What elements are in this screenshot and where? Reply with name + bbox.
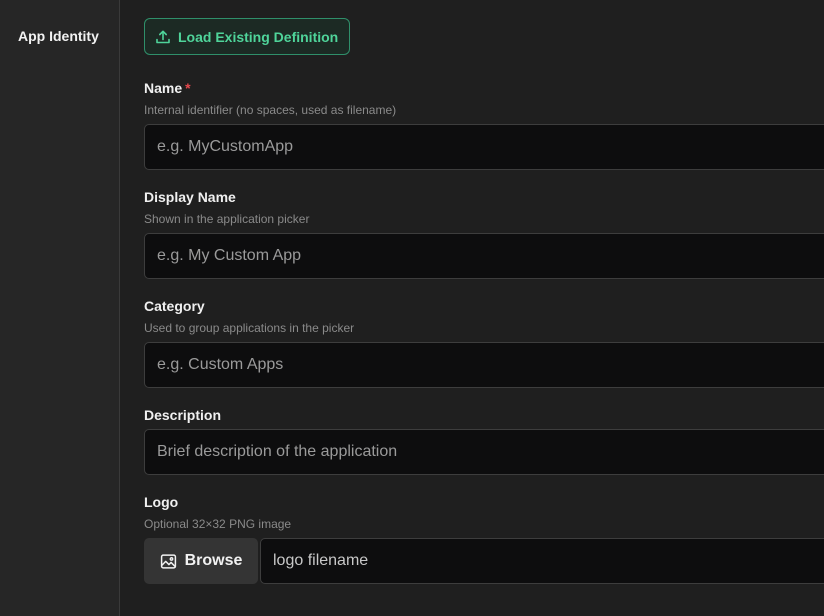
- upload-icon: [155, 29, 171, 45]
- logo-label: Logo: [144, 494, 179, 510]
- logo-filename-input[interactable]: [260, 538, 824, 584]
- load-existing-definition-label: Load Existing Definition: [178, 28, 339, 45]
- category-input[interactable]: [144, 342, 824, 388]
- name-label: Name *: [144, 80, 191, 96]
- display-name-label: Display Name: [144, 189, 236, 205]
- category-help: Used to group applications in the picker: [144, 321, 355, 335]
- category-label: Category: [144, 298, 205, 314]
- browse-label: Browse: [184, 552, 243, 569]
- image-icon: [160, 553, 177, 570]
- browse-button[interactable]: Browse: [144, 538, 258, 584]
- logo-help: Optional 32×32 PNG image: [144, 517, 292, 531]
- main-panel: Load Existing Definition Name * Internal …: [120, 0, 824, 616]
- name-label-text: Name: [144, 80, 183, 96]
- description-label: Description: [144, 407, 222, 423]
- required-marker: *: [185, 80, 191, 96]
- description-input[interactable]: [144, 429, 824, 475]
- display-name-input[interactable]: [144, 233, 824, 279]
- name-help: Internal identifier (no spaces, used as …: [144, 103, 397, 117]
- load-existing-definition-button[interactable]: Load Existing Definition: [144, 18, 351, 55]
- display-name-help: Shown in the application picker: [144, 212, 310, 226]
- name-input[interactable]: [144, 124, 824, 170]
- sidebar-item-app-identity[interactable]: App Identity: [18, 28, 99, 44]
- sidebar: App Identity: [0, 0, 120, 616]
